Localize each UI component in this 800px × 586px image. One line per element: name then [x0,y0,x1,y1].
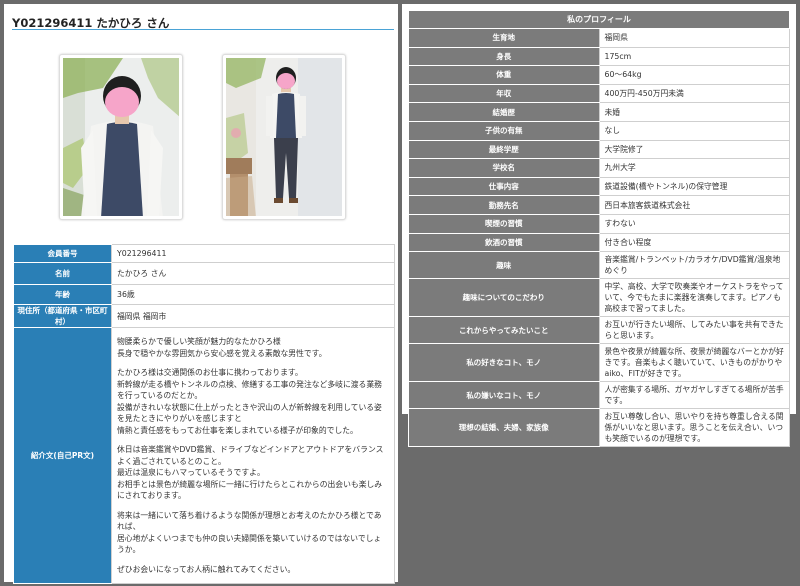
table-row: 趣味についてのこだわり 中学、高校、大学で吹奏楽やオーケストラをやっていて、今でも… [408,278,790,318]
intro-line: 情熱と責任感をもってお仕事を楽しまれている様子が印象的でした。 [117,425,358,435]
table-row: 勤務先名 西日本旅客鉄道株式会社 [408,195,790,215]
row-value: 未婚 [598,102,790,122]
intro-line: 設備がきれいな状態に仕上がったときや沢山の人が新幹線を利用している姿を見たときに… [117,402,382,424]
table-row: 趣味 音楽鑑賞/トランペット/カラオケ/DVD鑑賞/温泉地めぐり [408,251,790,280]
row-label: 飲酒の習慣 [408,232,599,253]
table-header-row: 私のプロフィール [408,10,790,29]
row-value: お互い尊敬し合い、思いやりを持ち尊重し合える関係がいいなと思います。思うことを伝… [598,408,790,448]
row-label: 子供の有無 [408,120,599,141]
row-label: 私の嫌いなコト、モノ [408,381,599,410]
member-info-table: 会員番号 Y021296411 名前 たかひろ さん 年齢 36歳 現住所（都道… [13,244,395,584]
intro-line: 居心地がよくいつまでも仲の良い夫婦関係を築いていけるのではないでしょうか。 [117,533,382,555]
table-row: 喫煙の習慣 すわない [408,213,790,234]
row-label-address: 現住所（都道府県・市区町村） [13,304,112,328]
row-value: 福岡県 [598,28,790,48]
row-value: 音楽鑑賞/トランペット/カラオケ/DVD鑑賞/温泉地めぐり [598,251,790,280]
table-row: 結婚歴 未婚 [408,102,790,122]
row-label: 喫煙の習慣 [408,213,599,234]
table-row: 飲酒の習慣 付き合い程度 [408,232,790,253]
row-value: すわない [598,213,790,234]
my-profile-title: 私のプロフィール [408,10,790,29]
table-row: 現住所（都道府県・市区町村） 福岡県 福岡市 [13,304,395,328]
intro-line: 長身で穏やかな雰囲気から安心感を覚える素敵な男性です。 [117,348,327,358]
table-row: 体重 60～64kg [408,65,790,85]
profile-title-bar: Y021296411 たかひろ さん [12,12,394,30]
row-value-intro: 物腰柔らかで優しい笑顔が魅力的なたかひろ様 長身で穏やかな雰囲気から安心感を覚え… [111,327,395,584]
row-label-intro: 紹介文(自己PR文) [13,327,112,584]
profile-photo-2[interactable] [222,54,346,220]
table-row: これからやってみたいこと お互いが行きたい場所、してみたい事を共有できたらと思いま… [408,316,790,345]
row-value: 大学院修了 [598,139,790,160]
photo-image-1 [63,58,179,216]
row-label: 私の好きなコト、モノ [408,343,599,383]
table-row: 年収 400万円-450万円未満 [408,83,790,104]
table-row: 会員番号 Y021296411 [13,244,395,263]
row-label: 結婚歴 [408,102,599,122]
profile-photo-1[interactable] [59,54,183,220]
row-value: 景色や夜景が綺麗な所、夜景が綺麗なバーとかが好きです。音楽もよく聴いていて、いき… [598,343,790,383]
table-row: 私の嫌いなコト、モノ 人が密集する場所、ガヤガヤしすぎてる場所が苦手です。 [408,381,790,410]
photo-illustration-2 [226,58,342,216]
row-value: 175cm [598,46,790,67]
row-label: 身長 [408,46,599,67]
table-row: 子供の有無 なし [408,120,790,141]
row-value-address: 福岡県 福岡市 [111,304,395,328]
row-label: 生育地 [408,28,599,48]
row-value: お互いが行きたい場所、してみたい事を共有できたらと思います。 [598,316,790,345]
table-row: 名前 たかひろ さん [13,262,395,285]
row-value: 人が密集する場所、ガヤガヤしすぎてる場所が苦手です。 [598,381,790,410]
intro-line: 最近は温泉にもハマっているそうですよ。 [117,468,265,477]
intro-line: 休日は音楽鑑賞やDVD鑑賞、ドライブなどインドアとアウトドアをバランスよく過ごさ… [117,445,384,466]
row-label-name: 名前 [13,262,112,285]
row-label: 学校名 [408,158,599,178]
table-row: 生育地 福岡県 [408,28,790,48]
intro-line: ぜひお会いになってお人柄に触れてみてください。 [117,564,296,574]
row-value-member-id: Y021296411 [111,244,395,263]
my-profile-table: 私のプロフィール 生育地 福岡県 身長 175cm 体重 60～64kg 年収 400万… [408,10,790,448]
table-row: 年齢 36歳 [13,284,395,305]
row-value: なし [598,120,790,141]
row-label: 年収 [408,83,599,104]
row-value: 中学、高校、大学で吹奏楽やオーケストラをやっていて、今でもたまに楽器を演奏してま… [598,278,790,318]
table-row: 理想の結婚、夫婦、家族像 お互い尊敬し合い、思いやりを持ち尊重し合える関係がいいな… [408,408,790,448]
row-label: 体重 [408,65,599,85]
intro-line: お相手とは景色が綺麗な場所に一緒に行けたらとこれからの出会いも楽しみにされており… [117,479,383,501]
table-row: 最終学歴 大学院修了 [408,139,790,160]
table-row: 私の好きなコト、モノ 景色や夜景が綺麗な所、夜景が綺麗なバーとかが好きです。音楽も… [408,343,790,383]
row-label: 最終学歴 [408,139,599,160]
table-row: 学校名 九州大学 [408,158,790,178]
intro-line: 将来は一緒にいて落ち着けるような関係が理想とお考えのたかひろ様とであれば、 [117,510,382,532]
row-label: これからやってみたいこと [408,316,599,345]
row-value: 西日本旅客鉄道株式会社 [598,195,790,215]
profile-right-panel: 私のプロフィール 生育地 福岡県 身長 175cm 体重 60～64kg 年収 400万… [402,4,796,448]
intro-line: 新幹線が走る橋やトンネルの点検、修繕する工事の発注など多岐に渡る業務を行っている… [117,379,382,401]
photo-illustration-1 [63,58,179,216]
intro-line: 物腰柔らかで優しい笑顔が魅力的なたかひろ様 [117,337,281,346]
table-row: 身長 175cm [408,46,790,67]
row-label-age: 年齢 [13,284,112,305]
row-value: 400万円-450万円未満 [598,83,790,104]
row-label: 理想の結婚、夫婦、家族像 [408,408,599,448]
row-value: 60～64kg [598,65,790,85]
row-value-age: 36歳 [111,284,395,305]
row-value: 付き合い程度 [598,232,790,253]
row-value: 九州大学 [598,158,790,178]
row-label: 仕事内容 [408,176,599,197]
intro-line: たかひろ様は交通関係のお仕事に携わっております。 [117,368,303,377]
profile-left-panel: Y021296411 たかひろ さん 会員番号 Y021296411 名前 たか… [4,4,398,584]
row-label: 趣味 [408,251,599,280]
table-row: 仕事内容 鉄道設備(橋やトンネル)の保守管理 [408,176,790,197]
row-value-name: たかひろ さん [111,262,395,285]
profile-title: Y021296411 たかひろ さん [12,16,170,30]
row-label-member-id: 会員番号 [13,244,112,263]
row-value: 鉄道設備(橋やトンネル)の保守管理 [598,176,790,197]
photo-image-2 [226,58,342,216]
row-label: 趣味についてのこだわり [408,278,599,318]
table-row: 紹介文(自己PR文) 物腰柔らかで優しい笑顔が魅力的なたかひろ様 長身で穏やかな… [13,327,395,584]
row-label: 勤務先名 [408,195,599,215]
